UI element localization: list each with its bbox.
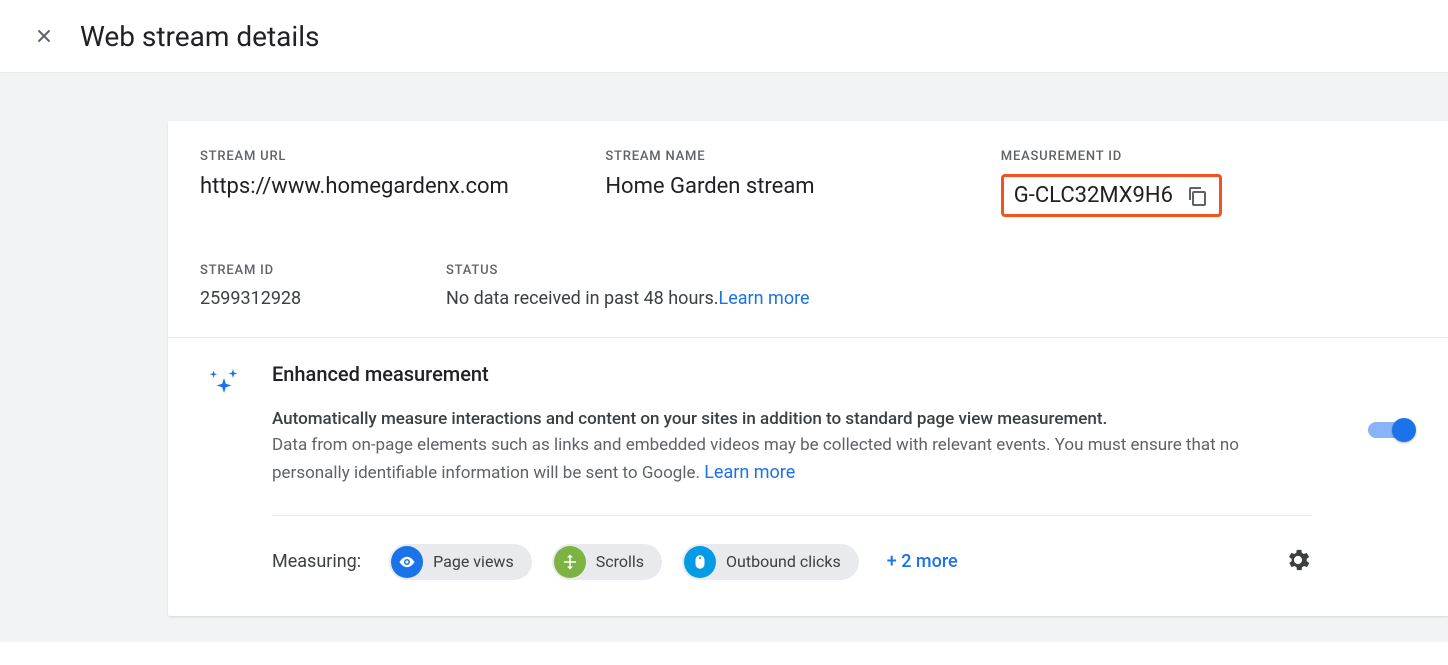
stream-details-block: STREAM URL https://www.homegardenx.com S… xyxy=(168,121,1448,337)
page-title: Web stream details xyxy=(80,20,319,53)
stream-name-field: STREAM NAME Home Garden stream xyxy=(605,149,1000,199)
status-field: STATUS No data received in past 48 hours… xyxy=(446,263,1416,309)
chip-label: Outbound clicks xyxy=(726,552,841,571)
eye-icon xyxy=(391,546,423,578)
enhanced-icon-col xyxy=(200,362,248,580)
stream-id-value: 2599312928 xyxy=(200,288,446,309)
enhanced-toggle-col xyxy=(1336,362,1416,580)
content-canvas: STREAM URL https://www.homegardenx.com S… xyxy=(0,73,1448,642)
chip-page-views: Page views xyxy=(389,544,532,580)
stream-url-value: https://www.homegardenx.com xyxy=(200,174,605,199)
stream-url-label: STREAM URL xyxy=(200,149,605,164)
stream-id-label: STREAM ID xyxy=(200,263,446,278)
scroll-icon xyxy=(554,546,586,578)
panel-header: Web stream details xyxy=(0,0,1448,73)
close-button[interactable] xyxy=(24,16,64,56)
measurement-id-label: MEASUREMENT ID xyxy=(1001,149,1416,164)
enhanced-measurement-section: Enhanced measurement Automatically measu… xyxy=(168,337,1448,616)
enhanced-desc-secondary: Data from on-page elements such as links… xyxy=(272,432,1312,486)
more-events-link[interactable]: + 2 more xyxy=(887,551,958,572)
status-value: No data received in past 48 hours.Learn … xyxy=(446,288,1416,309)
chip-outbound-clicks: Outbound clicks xyxy=(682,544,859,580)
enhanced-settings-button[interactable] xyxy=(1284,546,1312,578)
close-icon xyxy=(33,25,55,47)
status-learn-more-link[interactable]: Learn more xyxy=(719,288,810,309)
measuring-label: Measuring: xyxy=(272,551,361,572)
stream-id-field: STREAM ID 2599312928 xyxy=(200,263,446,309)
chip-scrolls: Scrolls xyxy=(552,544,662,580)
enhanced-title: Enhanced measurement xyxy=(272,362,1312,386)
copy-icon xyxy=(1185,184,1209,208)
enhanced-body: Enhanced measurement Automatically measu… xyxy=(272,362,1312,580)
status-text: No data received in past 48 hours. xyxy=(446,288,719,309)
mouse-icon xyxy=(684,546,716,578)
sparkles-icon xyxy=(206,366,242,402)
measuring-row: Measuring: Page views Scrolls xyxy=(272,515,1312,580)
gear-icon xyxy=(1284,546,1312,574)
stream-name-label: STREAM NAME xyxy=(605,149,1000,164)
toggle-thumb xyxy=(1392,418,1416,442)
measurement-id-highlight: G-CLC32MX9H6 xyxy=(1001,174,1222,217)
stream-url-field: STREAM URL https://www.homegardenx.com xyxy=(200,149,605,199)
enhanced-desc-primary: Automatically measure interactions and c… xyxy=(272,406,1312,432)
chip-label: Page views xyxy=(433,552,514,571)
stream-panel: STREAM URL https://www.homegardenx.com S… xyxy=(168,121,1448,616)
stream-name-value: Home Garden stream xyxy=(605,174,1000,199)
status-label: STATUS xyxy=(446,263,1416,278)
enhanced-toggle[interactable] xyxy=(1368,418,1416,442)
measurement-id-value: G-CLC32MX9H6 xyxy=(1014,183,1173,208)
measurement-id-field: MEASUREMENT ID G-CLC32MX9H6 xyxy=(1001,149,1416,217)
chip-label: Scrolls xyxy=(596,552,644,571)
enhanced-learn-more-link[interactable]: Learn more xyxy=(704,462,795,483)
copy-measurement-id-button[interactable] xyxy=(1185,184,1209,208)
